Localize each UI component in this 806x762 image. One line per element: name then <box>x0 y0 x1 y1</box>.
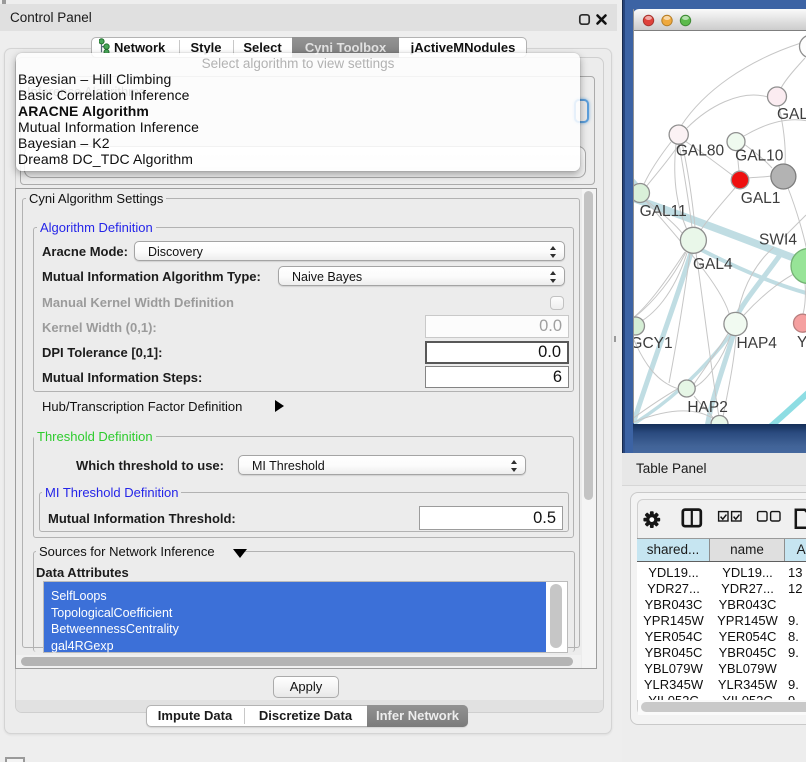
svg-text:HAP2: HAP2 <box>687 399 728 416</box>
svg-text:GAL1: GAL1 <box>741 190 781 207</box>
svg-text:GAL10: GAL10 <box>735 148 784 165</box>
svg-text:HAP4: HAP4 <box>736 335 777 352</box>
svg-text:YD: YD <box>797 334 806 351</box>
svg-text:GAL4: GAL4 <box>693 256 733 273</box>
svg-text:GCY1: GCY1 <box>634 335 673 352</box>
svg-text:GAL2: GAL2 <box>777 106 806 123</box>
svg-text:GAL80: GAL80 <box>676 143 725 160</box>
svg-text:SWI4: SWI4 <box>759 232 797 249</box>
svg-text:GAL11: GAL11 <box>640 203 687 220</box>
